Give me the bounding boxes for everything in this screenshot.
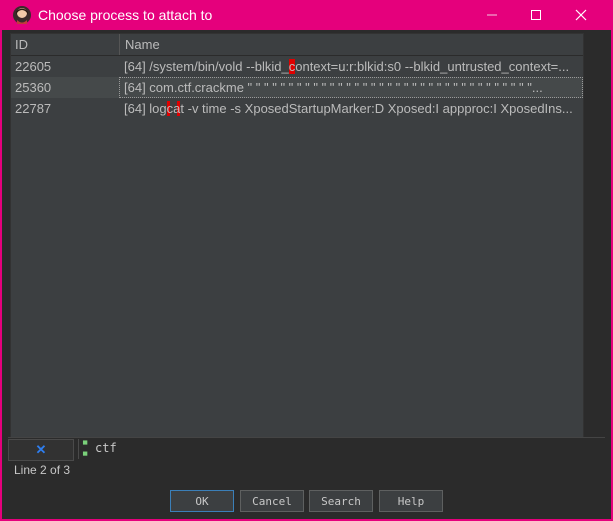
cancel-button[interactable]: Cancel [240,490,304,512]
search-field[interactable]: ▀ ▄ ctf [78,439,606,459]
window-title: Choose process to attach to [38,7,213,23]
match-highlight: ca [166,101,181,116]
minimize-button[interactable] [469,0,515,30]
cell-id: 22605 [15,59,52,74]
maximize-icon [531,10,541,20]
table-body: 22605 [64] /system/bin/vold --blkid_conte… [11,56,583,119]
close-icon [575,9,587,21]
regex-icon: ▀ ▄ [83,441,88,456]
table-header: ID Name [11,34,583,56]
table-row[interactable]: 22605 [64] /system/bin/vold --blkid_conte… [11,56,583,77]
app-avatar-icon [13,6,31,24]
maximize-button[interactable] [513,0,559,30]
cell-id: 25360 [15,80,52,95]
name-text: ontext=u:r:blkid:s0 --blkid_untrusted_co… [295,59,570,74]
dialog-body: ID Name 22605 [64] /system/bin/vold --blk… [2,30,611,519]
table-row[interactable]: 25360 [64] com.ctf.crackme " " " " " " " … [11,77,583,98]
cell-id: 22787 [15,101,52,116]
minimize-icon [487,14,497,16]
ok-button[interactable]: OK [170,490,234,512]
table-row[interactable]: 22787 [64] logcat -v time -s XposedStartu… [11,98,583,119]
name-text: [64] com.ctf.crackme " " " " " " " " " "… [124,80,543,95]
search-bar: ✕ ▀ ▄ ctf [8,437,606,461]
cell-name: [64] com.ctf.crackme " " " " " " " " " "… [119,77,583,98]
search-button[interactable]: Search [309,490,373,512]
status-line: Line 2 of 3 [14,463,71,477]
clear-search-button[interactable]: ✕ [8,439,74,461]
search-input[interactable]: ctf [95,441,117,455]
cell-name: [64] logcat -v time -s XposedStartupMark… [119,98,583,119]
process-table[interactable]: ID Name 22605 [64] /system/bin/vold --blk… [10,33,584,439]
name-text: t -v time -s XposedStartupMarker:D Xpose… [180,101,573,116]
close-icon: ✕ [35,442,47,457]
cell-name: [64] /system/bin/vold --blkid_context=u:… [119,56,583,77]
title-bar[interactable]: Choose process to attach to [0,0,613,30]
button-row: OK Cancel Search Help [2,490,611,514]
column-header-name[interactable]: Name [120,34,583,55]
name-text: [64] log [124,101,167,116]
column-header-id[interactable]: ID [11,34,120,55]
close-button[interactable] [558,0,604,30]
help-button[interactable]: Help [379,490,443,512]
name-text: [64] /system/bin/vold --blkid_ [124,59,289,74]
